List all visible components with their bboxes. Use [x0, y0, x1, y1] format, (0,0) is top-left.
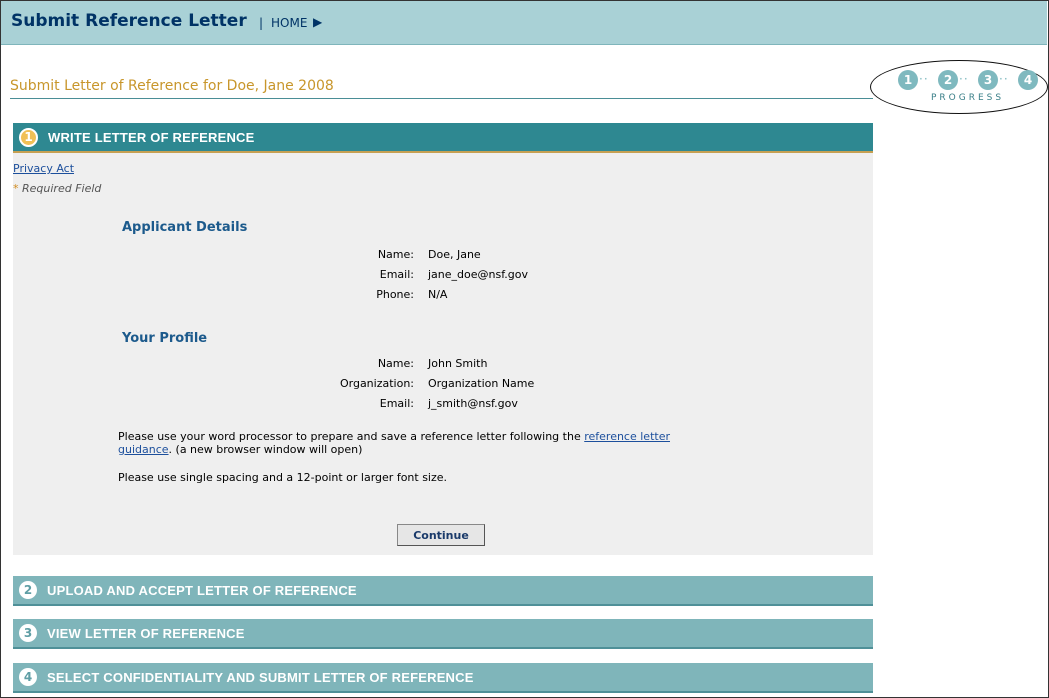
- your-profile-heading: Your Profile: [122, 331, 208, 346]
- applicant-email-value: jane_doe@nsf.gov: [428, 268, 529, 281]
- section-header-view-letter[interactable]: 3 VIEW LETTER OF REFERENCE: [13, 619, 873, 649]
- progress-label: PROGRESS: [931, 93, 1005, 103]
- progress-step-1: 1: [898, 70, 918, 90]
- instruction-text: Please use your word processor to prepar…: [118, 430, 585, 443]
- home-link[interactable]: HOME: [271, 16, 307, 30]
- instruction-paragraph-1: Please use your word processor to prepar…: [118, 430, 818, 456]
- applicant-phone-label: Phone:: [376, 288, 414, 301]
- reference-letter-guidance-link[interactable]: guidance: [118, 443, 169, 456]
- required-field-note: * Required Field: [13, 182, 101, 195]
- step-number-badge: 4: [19, 668, 37, 686]
- profile-name-label: Name:: [377, 357, 414, 370]
- profile-email-value: j_smith@nsf.gov: [428, 397, 518, 410]
- section-header-write-letter[interactable]: 1 WRITE LETTER OF REFERENCE: [13, 123, 873, 153]
- required-text: Required Field: [22, 182, 102, 195]
- instruction-paragraph-2: Please use single spacing and a 12-point…: [118, 471, 448, 484]
- app-title: Submit Reference Letter: [11, 11, 247, 31]
- progress-step-3: 3: [978, 70, 998, 90]
- step-number-badge: 1: [19, 127, 38, 147]
- section-header-submit-letter[interactable]: 4 SELECT CONFIDENTIALITY AND SUBMIT LETT…: [13, 663, 873, 693]
- section-header-upload-letter[interactable]: 2 UPLOAD AND ACCEPT LETTER OF REFERENCE: [13, 576, 873, 606]
- title-divider: [10, 98, 873, 99]
- top-bar: Submit Reference Letter | HOME ▶: [1, 1, 1047, 45]
- arrow-right-icon: ▶: [313, 15, 323, 29]
- applicant-phone-value: N/A: [428, 288, 448, 301]
- section-label: WRITE LETTER OF REFERENCE: [48, 129, 255, 145]
- progress-connector-icon: ··: [999, 72, 1009, 86]
- progress-step-2: 2: [938, 70, 958, 90]
- section-label: VIEW LETTER OF REFERENCE: [47, 625, 245, 641]
- applicant-email-label: Email:: [379, 268, 414, 281]
- continue-button[interactable]: Continue: [397, 524, 485, 546]
- applicant-name-label: Name:: [377, 248, 414, 261]
- section-label: UPLOAD AND ACCEPT LETTER OF REFERENCE: [47, 582, 357, 598]
- profile-organization-label: Organization:: [339, 377, 414, 390]
- title-separator: |: [259, 16, 264, 30]
- progress-step-4: 4: [1018, 70, 1038, 90]
- reference-letter-guidance-link[interactable]: reference letter: [584, 430, 670, 443]
- progress-connector-icon: ··: [919, 72, 929, 86]
- page-title: Submit Letter of Reference for Doe, Jane…: [10, 78, 334, 94]
- profile-email-label: Email:: [379, 397, 414, 410]
- profile-name-value: John Smith: [428, 357, 488, 370]
- privacy-act-link[interactable]: Privacy Act: [13, 162, 74, 175]
- instruction-text: . (a new browser window will open): [168, 443, 363, 456]
- profile-organization-value: Organization Name: [428, 377, 535, 390]
- section-label: SELECT CONFIDENTIALITY AND SUBMIT LETTER…: [47, 669, 474, 685]
- applicant-details-heading: Applicant Details: [122, 220, 248, 235]
- step-number-badge: 2: [19, 581, 37, 599]
- applicant-name-value: Doe, Jane: [428, 248, 481, 261]
- progress-connector-icon: ··: [959, 72, 969, 86]
- required-asterisk: *: [13, 182, 19, 195]
- step-number-badge: 3: [19, 624, 37, 642]
